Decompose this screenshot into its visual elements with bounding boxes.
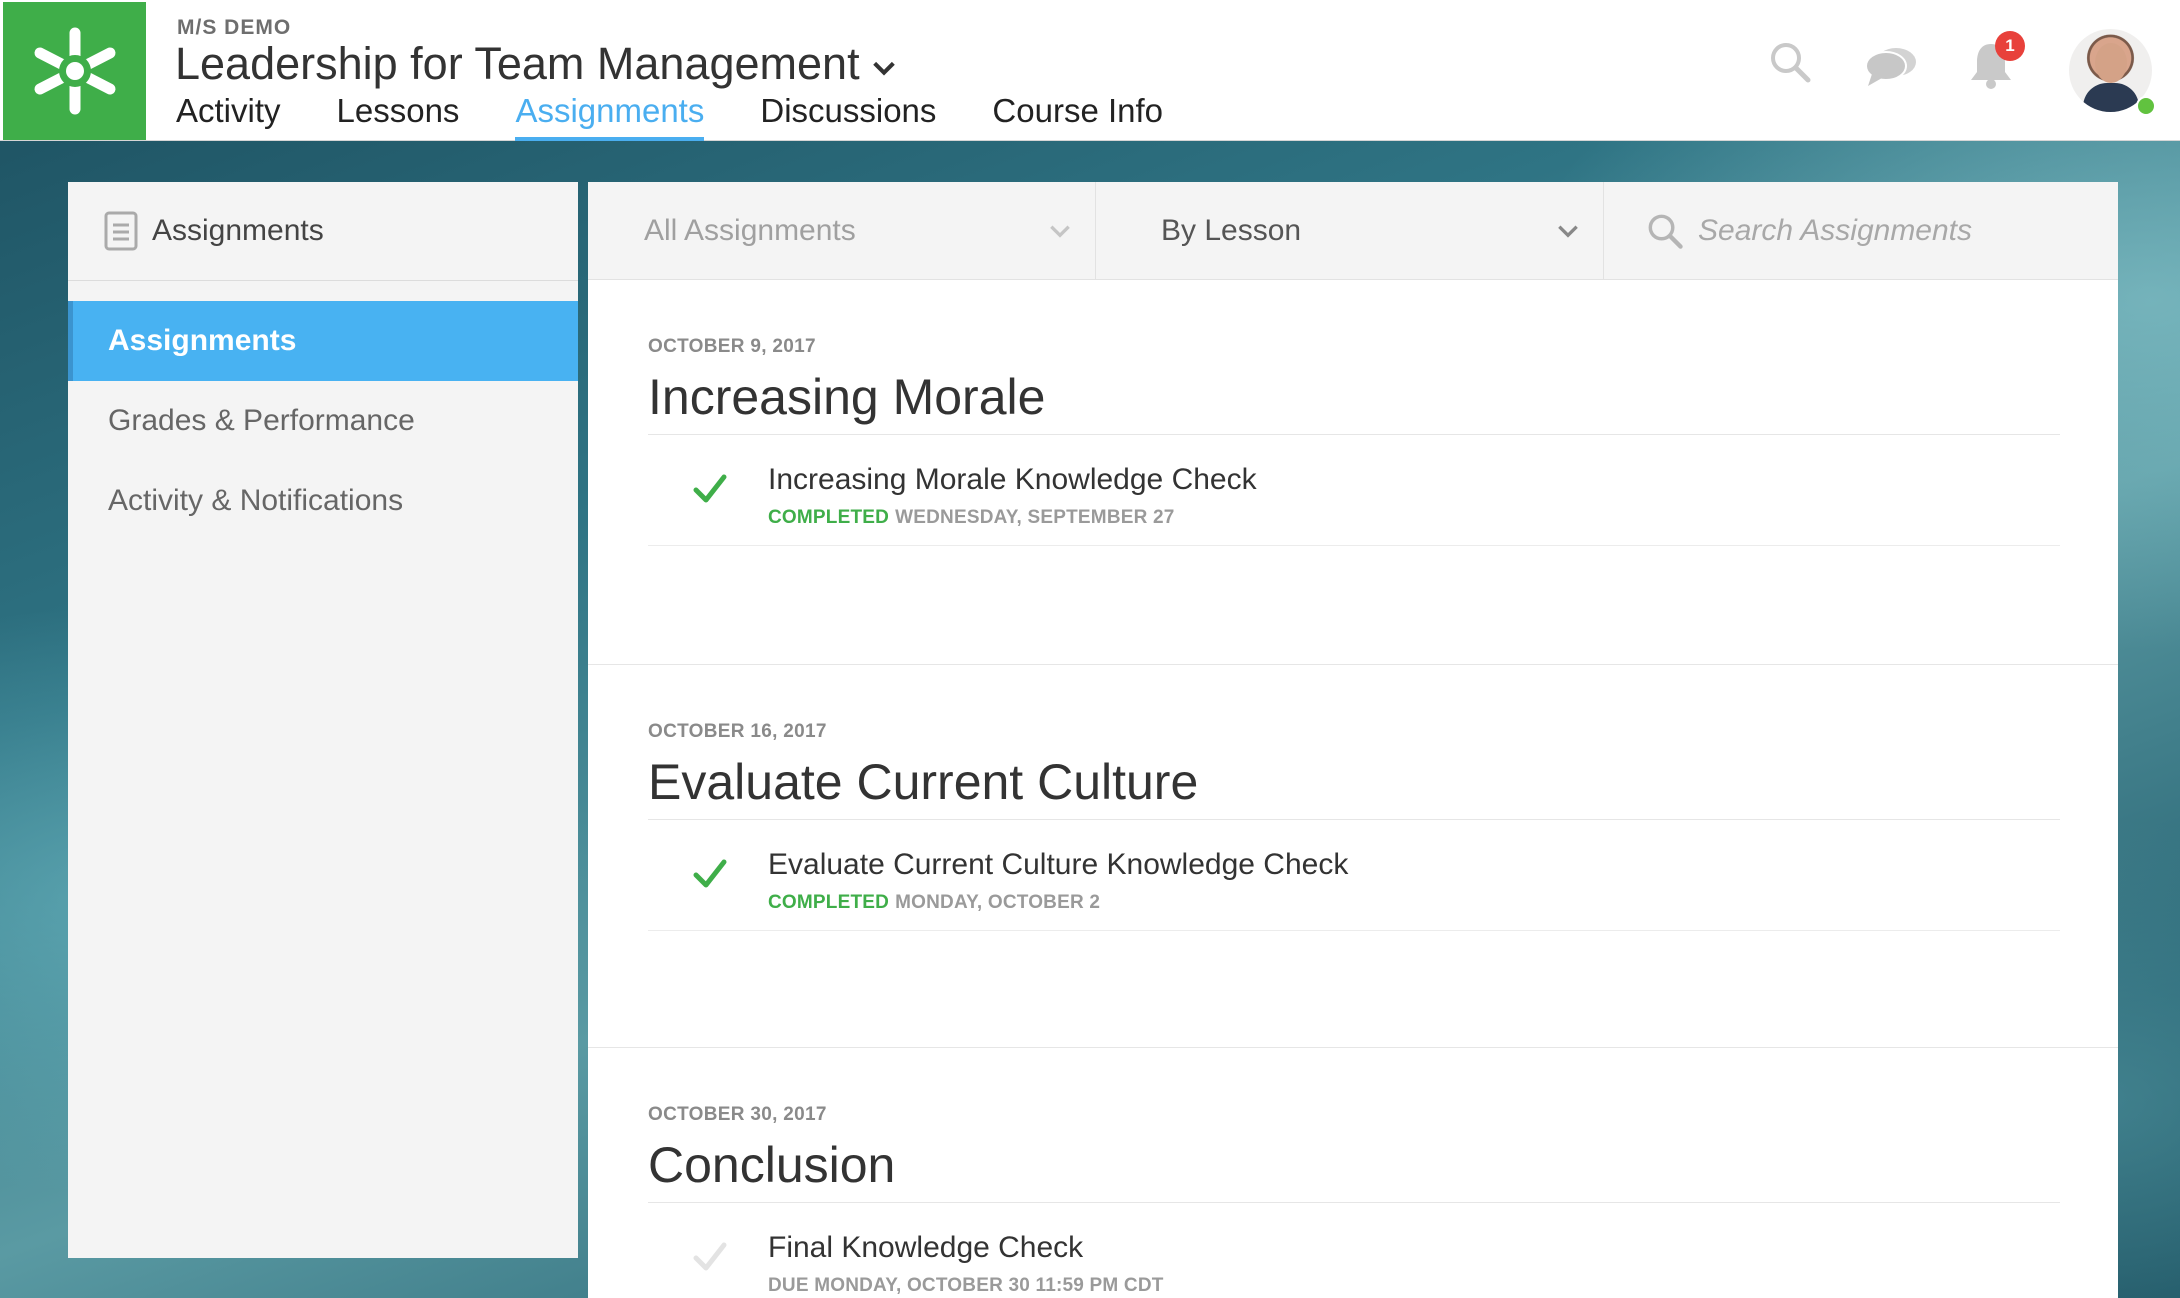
lesson-title[interactable]: Conclusion [648,1136,2060,1203]
lesson-title[interactable]: Evaluate Current Culture [648,753,2060,820]
assignment-item[interactable]: Evaluate Current Culture Knowledge Check… [648,820,2060,931]
assignment-item[interactable]: Increasing Morale Knowledge Check COMPLE… [648,435,2060,546]
assignments-panel: All Assignments By Lesson OCTOBER 9, 201… [588,182,2118,1298]
status-completed-label: COMPLETED [768,892,890,913]
assignment-title: Final Knowledge Check [768,1231,1084,1264]
chevron-down-icon [1050,225,1070,238]
asterisk-logo-icon [34,27,115,115]
lesson-group: OCTOBER 9, 2017 Increasing Morale Increa… [588,280,2118,665]
chevron-down-icon [872,61,895,76]
logo[interactable] [3,2,146,140]
lesson-date: OCTOBER 9, 2017 [648,336,816,357]
lesson-group: OCTOBER 16, 2017 Evaluate Current Cultur… [588,665,2118,1048]
check-icon [693,1242,727,1271]
online-status-dot [2136,96,2156,116]
group-by-value: By Lesson [1161,213,1302,247]
search-icon [1648,214,1683,249]
messages-button[interactable] [1862,44,1920,93]
tab-activity[interactable]: Activity [176,92,281,141]
assignment-title: Evaluate Current Culture Knowledge Check [768,848,1349,881]
assignment-type-value: All Assignments [644,213,856,247]
assignment-status: DUE MONDAY, OCTOBER 30 11:59 PM CDT [768,1275,1164,1297]
assignment-search [1604,182,2118,279]
assignment-title: Increasing Morale Knowledge Check [768,463,1257,496]
chevron-down-icon [1558,225,1578,238]
notification-badge: 1 [1995,31,2025,61]
sidebar-item-activity-notifications[interactable]: Activity & Notifications [68,461,578,541]
sidebar-title: Assignments [152,214,324,247]
sidebar: Assignments Assignments Grades & Perform… [68,182,578,1258]
check-icon [693,859,727,888]
course-title: Leadership for Team Management [175,38,860,89]
avatar-shirt [2083,83,2139,112]
top-bar: M/S DEMO Leadership for Team Management … [0,0,2180,141]
sidebar-item-grades[interactable]: Grades & Performance [68,381,578,461]
status-completed-label: COMPLETED [768,507,890,528]
search-input[interactable] [1696,212,2020,249]
search-icon [1771,43,1811,83]
avatar-face [2095,43,2127,83]
org-name: M/S DEMO [177,16,292,39]
status-date: MONDAY, OCTOBER 2 [895,892,1101,913]
assignment-item[interactable]: Final Knowledge Check DUE MONDAY, OCTOBE… [648,1203,2060,1298]
lesson-date: OCTOBER 16, 2017 [648,721,827,742]
tab-lessons[interactable]: Lessons [337,92,460,141]
chat-icon [1865,48,1916,86]
status-due-date: DUE MONDAY, OCTOBER 30 11:59 PM CDT [768,1275,1164,1296]
sidebar-header: Assignments [68,182,578,281]
status-date: WEDNESDAY, SEPTEMBER 27 [895,507,1175,528]
lesson-group: OCTOBER 30, 2017 Conclusion Final Knowle… [588,1048,2118,1298]
tab-discussions[interactable]: Discussions [760,92,936,141]
lesson-date: OCTOBER 30, 2017 [648,1104,827,1125]
tab-course-info[interactable]: Course Info [992,92,1163,141]
document-icon [104,211,138,251]
lesson-title[interactable]: Increasing Morale [648,368,2060,435]
tab-assignments[interactable]: Assignments [515,92,704,141]
course-switcher[interactable]: Leadership for Team Management [175,38,898,90]
course-nav: Activity Lessons Assignments Discussions… [176,92,1219,141]
assignment-type-dropdown[interactable]: All Assignments [588,182,1096,279]
check-icon [693,474,727,503]
assignment-status: COMPLETED MONDAY, OCTOBER 2 [768,892,1348,914]
assignment-status: COMPLETED WEDNESDAY, SEPTEMBER 27 [768,507,1257,529]
filter-bar: All Assignments By Lesson [588,182,2118,280]
sidebar-item-assignments[interactable]: Assignments [68,301,578,381]
group-by-dropdown[interactable]: By Lesson [1096,182,1604,279]
search-button[interactable] [1768,40,1812,89]
